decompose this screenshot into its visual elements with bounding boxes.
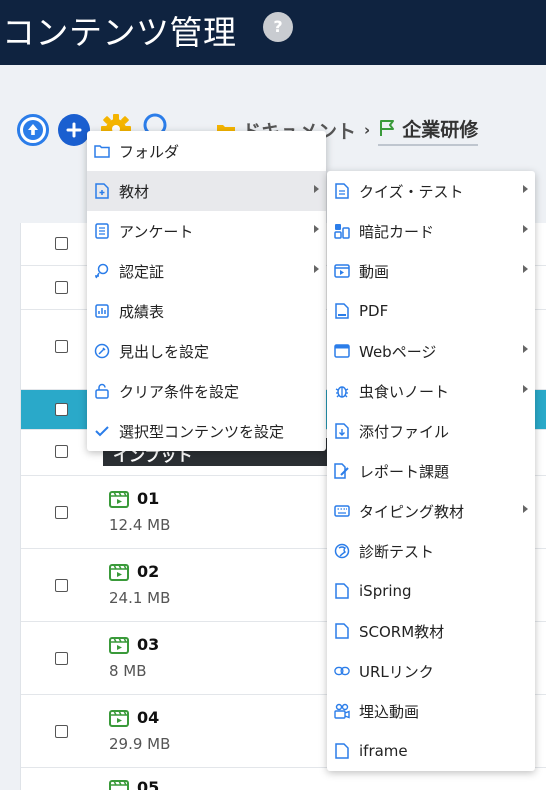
plus-icon (66, 122, 82, 138)
video-icon (334, 263, 350, 279)
chevron-right-icon (314, 225, 319, 233)
file-title[interactable]: 05 (109, 778, 159, 790)
submenu-item-typing[interactable]: タイピング教材 (327, 491, 535, 531)
file-title[interactable]: 03 (109, 635, 159, 654)
menu-item-clear-condition[interactable]: クリア条件を設定 (87, 371, 326, 411)
chevron-right-icon (523, 345, 528, 353)
row-checkbox[interactable] (55, 725, 68, 738)
submenu-item-video[interactable]: 動画 (327, 251, 535, 291)
bug-icon (334, 383, 350, 399)
chevron-right-icon (314, 265, 319, 273)
webpage-icon (334, 343, 350, 359)
flashcard-icon (334, 223, 350, 239)
check-icon (94, 423, 110, 439)
embed-video-icon (334, 703, 350, 719)
heading-icon (94, 343, 110, 359)
video-file-icon (109, 779, 129, 790)
chevron-right-icon (523, 265, 528, 273)
submenu-item-pdf[interactable]: PDF (327, 291, 535, 331)
chevron-right-icon (523, 385, 528, 393)
submenu-item-quiz[interactable]: クイズ・テスト (327, 171, 535, 211)
file-size: 24.1 MB (109, 589, 171, 607)
survey-icon (94, 223, 110, 239)
submenu-item-flashcard[interactable]: 暗記カード (327, 211, 535, 251)
diagnostic-icon (334, 543, 350, 559)
breadcrumb-current-label: 企業研修 (402, 118, 479, 141)
help-icon[interactable]: ? (263, 12, 293, 42)
menu-item-grades[interactable]: 成績表 (87, 291, 326, 331)
chevron-right-icon (314, 185, 319, 193)
flag-icon (380, 120, 395, 136)
submenu-item-cloze-note[interactable]: 虫食いノート (327, 371, 535, 411)
submenu-item-scorm[interactable]: SCORM教材 (327, 611, 535, 651)
select-all-checkbox[interactable] (55, 237, 68, 250)
chevron-right-icon (523, 505, 528, 513)
video-file-icon (109, 709, 129, 727)
report-icon (94, 303, 110, 319)
video-file-icon (109, 490, 129, 508)
row-checkbox[interactable] (55, 340, 68, 353)
breadcrumb-current: 企業研修 (378, 115, 479, 146)
menu-item-folder[interactable]: フォルダ (87, 131, 326, 171)
video-file-icon (109, 636, 129, 654)
submenu-item-iframe[interactable]: iframe (327, 731, 535, 771)
file-size: 29.9 MB (109, 735, 171, 753)
file-name: 01 (137, 489, 160, 508)
file-name: 05 (137, 778, 160, 790)
breadcrumb-separator: › (364, 121, 371, 139)
file-title[interactable]: 01 (109, 489, 159, 508)
row-checkbox[interactable] (55, 579, 68, 592)
certificate-icon (94, 263, 110, 279)
submenu-item-report-task[interactable]: レポート課題 (327, 451, 535, 491)
menu-item-certificate[interactable]: 認定証 (87, 251, 326, 291)
keyboard-icon (334, 503, 350, 519)
title-bar: コンテンツ管理 ? (0, 0, 546, 65)
file-name: 03 (137, 635, 160, 654)
iframe-icon (334, 743, 350, 759)
attachment-icon (334, 423, 350, 439)
chevron-right-icon (523, 185, 528, 193)
file-title[interactable]: 04 (109, 708, 159, 727)
menu-item-material[interactable]: 教材 (87, 171, 326, 211)
submenu-item-ispring[interactable]: iSpring (327, 571, 535, 611)
pdf-icon (334, 303, 350, 319)
ispring-icon (334, 583, 350, 599)
video-file-icon (109, 563, 129, 581)
menu-item-selectable-content[interactable]: 選択型コンテンツを設定 (87, 411, 326, 451)
page-title: コンテンツ管理 (2, 13, 237, 52)
submenu-item-embed-video[interactable]: 埋込動画 (327, 691, 535, 731)
add-button[interactable] (58, 114, 90, 146)
lock-icon (94, 383, 110, 399)
file-size: 12.4 MB (109, 516, 171, 534)
file-name: 04 (137, 708, 160, 727)
quiz-icon (334, 183, 350, 199)
scorm-icon (334, 623, 350, 639)
file-size: 8 MB (109, 662, 147, 680)
menu-item-survey[interactable]: アンケート (87, 211, 326, 251)
submenu-item-attachment[interactable]: 添付ファイル (327, 411, 535, 451)
arrow-up-icon (23, 120, 43, 140)
upload-button[interactable] (17, 114, 49, 146)
row-checkbox[interactable] (55, 445, 68, 458)
add-menu: フォルダ 教材 アンケート 認定証 成績表 見出しを設定 クリア条件を設定 選択… (87, 131, 326, 451)
link-icon (334, 663, 350, 679)
table-row[interactable]: 05 (21, 768, 546, 790)
file-title[interactable]: 02 (109, 562, 159, 581)
menu-item-heading[interactable]: 見出しを設定 (87, 331, 326, 371)
material-submenu: クイズ・テスト 暗記カード 動画 PDF Webページ 虫食いノート 添付ファイ… (327, 171, 535, 771)
folder-icon (94, 143, 110, 159)
material-icon (94, 183, 110, 199)
row-checkbox[interactable] (55, 506, 68, 519)
row-checkbox[interactable] (55, 403, 68, 416)
report-task-icon (334, 463, 350, 479)
submenu-item-webpage[interactable]: Webページ (327, 331, 535, 371)
submenu-item-url-link[interactable]: URLリンク (327, 651, 535, 691)
file-name: 02 (137, 562, 160, 581)
row-checkbox[interactable] (55, 652, 68, 665)
row-checkbox[interactable] (55, 281, 68, 294)
chevron-right-icon (523, 225, 528, 233)
submenu-item-diagnostic[interactable]: 診断テスト (327, 531, 535, 571)
